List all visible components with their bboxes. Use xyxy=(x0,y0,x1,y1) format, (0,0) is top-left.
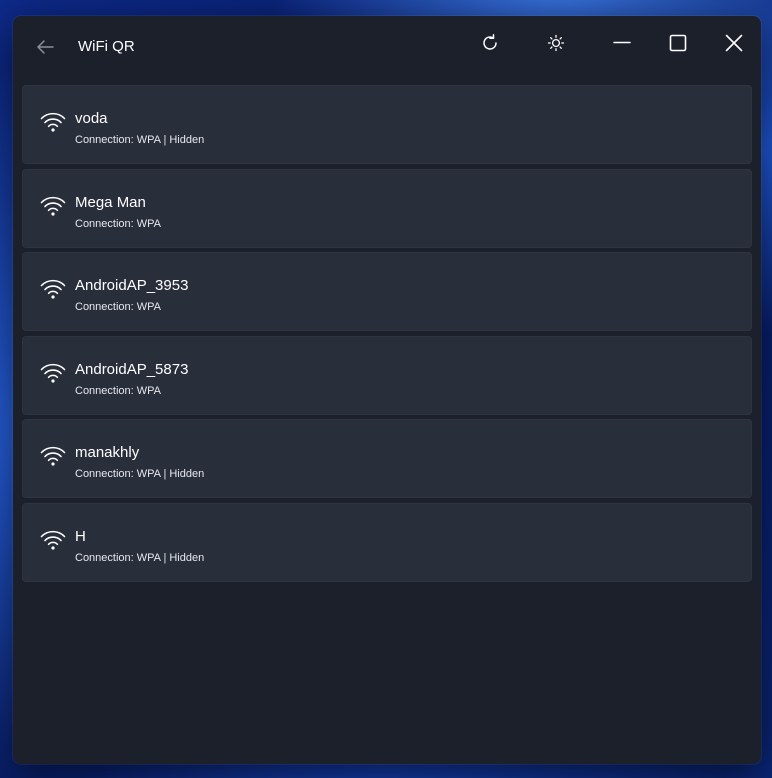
back-button[interactable] xyxy=(31,36,59,58)
wifi-icon xyxy=(40,112,66,132)
close-icon xyxy=(725,34,743,52)
title-bar[interactable]: WiFi QR xyxy=(13,16,761,80)
sun-icon xyxy=(547,34,565,52)
network-name: AndroidAP_3953 xyxy=(75,277,189,295)
network-card[interactable]: AndroidAP_3953 Connection: WPA xyxy=(22,252,752,332)
network-list: voda Connection: WPA | Hidden Mega Man C… xyxy=(22,85,752,587)
minimize-button[interactable] xyxy=(604,28,640,58)
network-connection: Connection: WPA | Hidden xyxy=(75,468,205,481)
network-connection: Connection: WPA | Hidden xyxy=(75,551,205,564)
maximize-button[interactable] xyxy=(660,28,696,58)
network-card[interactable]: voda Connection: WPA | Hidden xyxy=(22,85,752,164)
refresh-icon xyxy=(483,34,497,50)
back-arrow-icon xyxy=(37,40,54,54)
network-name: voda xyxy=(75,110,108,127)
theme-toggle-button[interactable] xyxy=(538,28,574,58)
network-card[interactable]: Mega Man Connection: WPA xyxy=(22,168,752,248)
wifi-icon xyxy=(40,447,66,466)
network-card[interactable]: H Connection: WPA | Hidden xyxy=(22,502,752,582)
app-window: WiFi QR voda Connection: WPA | Hidden Me… xyxy=(13,16,761,764)
network-name: manakhly xyxy=(75,444,140,462)
network-card[interactable]: AndroidAP_5873 Connection: WPA xyxy=(22,335,752,415)
wifi-icon xyxy=(40,363,66,383)
network-name: H xyxy=(75,527,86,545)
refresh-button[interactable] xyxy=(472,28,508,58)
close-button[interactable] xyxy=(716,28,752,58)
network-card[interactable]: manakhly Connection: WPA | Hidden xyxy=(22,419,752,499)
network-connection: Connection: WPA xyxy=(75,384,162,397)
network-name: Mega Man xyxy=(75,193,146,211)
network-connection: Connection: WPA | Hidden xyxy=(75,134,205,146)
wifi-icon xyxy=(40,280,66,299)
app-title: WiFi QR xyxy=(78,38,135,55)
network-connection: Connection: WPA xyxy=(75,301,162,314)
maximize-icon xyxy=(669,34,687,52)
network-name: AndroidAP_5873 xyxy=(75,360,189,378)
minimize-icon xyxy=(613,41,631,44)
wifi-icon xyxy=(40,530,66,550)
network-connection: Connection: WPA xyxy=(75,217,162,230)
wifi-icon xyxy=(40,196,66,216)
